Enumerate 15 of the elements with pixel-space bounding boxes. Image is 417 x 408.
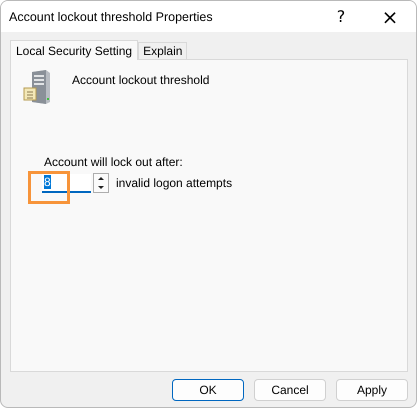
- number-field[interactable]: 8: [42, 174, 91, 192]
- dialog-button[interactable]: OK: [172, 379, 244, 401]
- dialog-button[interactable]: Apply: [336, 379, 408, 401]
- server-icon: [22, 70, 52, 104]
- tab[interactable]: Local Security Setting: [10, 40, 138, 60]
- dialog-button[interactable]: Cancel: [254, 379, 326, 401]
- setting-label: Account will lock out after:: [44, 155, 184, 169]
- highlight-frame: [28, 171, 70, 204]
- window-title: Account lockout threshold Properties: [9, 10, 214, 24]
- help-button[interactable]: ?: [318, 1, 364, 32]
- policy-name: Account lockout threshold: [72, 73, 210, 87]
- spin-control[interactable]: [93, 173, 109, 193]
- close-button[interactable]: ×: [364, 1, 416, 32]
- unit-label: invalid logon attempts: [116, 176, 232, 190]
- tab[interactable]: Explain: [138, 42, 188, 59]
